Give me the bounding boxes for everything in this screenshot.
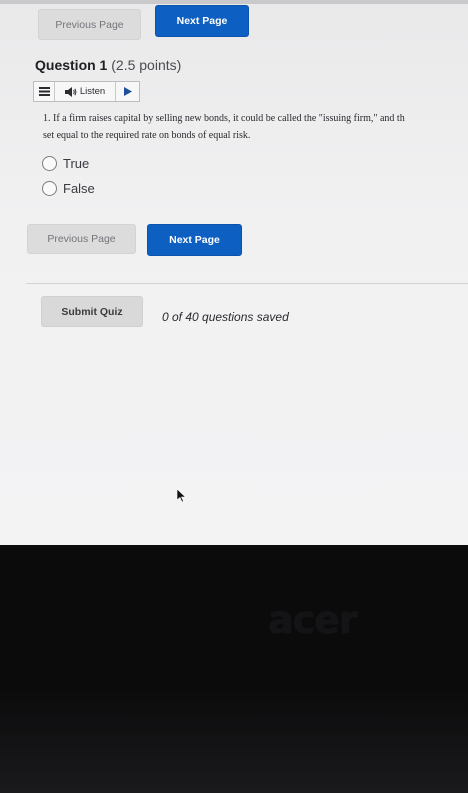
next-page-button-bottom[interactable]: Next Page [147,224,242,256]
mouse-cursor-icon [177,489,187,503]
listen-button[interactable]: Listen [55,82,116,101]
option-false-label: False [63,181,95,196]
option-true[interactable]: True [42,156,89,171]
quiz-screen: Previous Page Next Page Question 1 (2.5 … [0,0,468,545]
listen-label: Listen [79,86,106,97]
keyboard-area [0,690,468,793]
question-points: (2.5 points) [111,57,182,73]
question-number: Question 1 [35,57,108,73]
question-title: Question 1 (2.5 points) [35,57,181,73]
option-true-label: True [63,156,90,171]
play-button[interactable] [116,82,139,101]
question-text: 1. If a firm raises capital by selling n… [43,110,468,144]
play-icon [123,87,132,96]
listen-menu-button[interactable] [34,82,55,101]
question-text-line-1: 1. If a firm raises capital by selling n… [43,113,405,124]
listen-toolbar: Listen [33,81,140,102]
radio-false[interactable] [42,181,57,196]
hamburger-menu-icon [38,87,50,96]
top-strip [0,0,468,4]
saved-status: 0 of 40 questions saved [162,310,289,324]
previous-page-button-bottom[interactable]: Previous Page [27,224,136,254]
speaker-icon [64,86,77,97]
section-divider [26,283,468,284]
question-text-line-2: set equal to the required rate on bonds … [43,130,251,141]
submit-quiz-button[interactable]: Submit Quiz [41,296,143,327]
next-page-button-top[interactable]: Next Page [155,5,249,37]
option-false[interactable]: False [42,181,95,196]
radio-true[interactable] [42,156,57,171]
previous-page-button-top[interactable]: Previous Page [38,9,141,40]
acer-logo: acer [268,598,358,642]
